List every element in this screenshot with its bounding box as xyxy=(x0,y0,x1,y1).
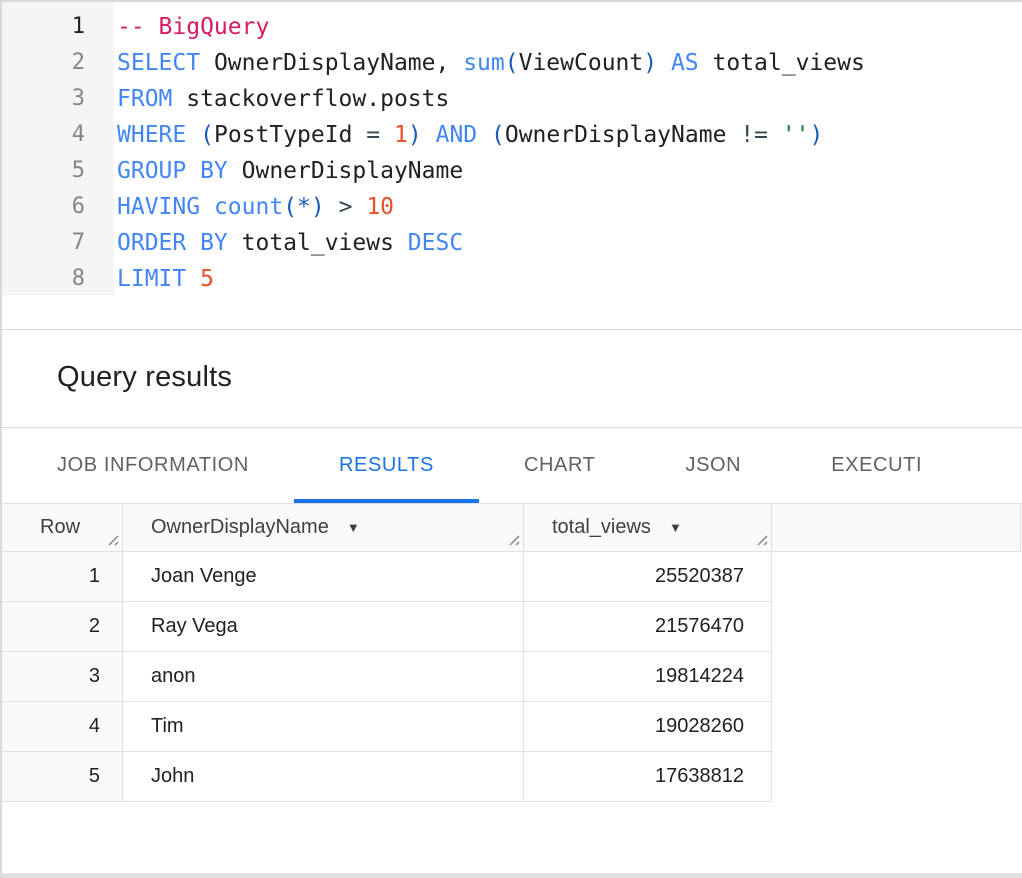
results-table-body: 1Joan Venge255203872Ray Vega215764703ano… xyxy=(0,552,1022,802)
column-resize-grip-icon[interactable] xyxy=(104,532,119,547)
code-line[interactable]: 7ORDER BY total_views DESC xyxy=(0,225,1022,261)
code-text[interactable]: HAVING count(*) > 10 xyxy=(112,189,394,225)
owner-display-name-cell: Joan Venge xyxy=(123,552,524,602)
total-views-cell: 19814224 xyxy=(524,652,772,702)
table-row: 2Ray Vega21576470 xyxy=(0,602,1022,652)
line-number: 4 xyxy=(0,117,112,153)
table-row: 4Tim19028260 xyxy=(0,702,1022,752)
results-table-header: Row OwnerDisplayName ▼ total_views ▼ xyxy=(0,504,1022,552)
code-line[interactable]: 2SELECT OwnerDisplayName, sum(ViewCount)… xyxy=(0,45,1022,81)
code-text[interactable]: WHERE (PostTypeId = 1) AND (OwnerDisplay… xyxy=(112,117,823,153)
column-label: total_views xyxy=(552,516,651,539)
code-text[interactable]: GROUP BY OwnerDisplayName xyxy=(112,153,463,189)
row-number-cell: 4 xyxy=(0,702,123,752)
tab-json[interactable]: JSON xyxy=(640,428,786,503)
row-number-cell: 5 xyxy=(0,752,123,802)
sort-dropdown-icon[interactable]: ▼ xyxy=(347,521,360,534)
page-title: Query results xyxy=(0,330,1022,394)
total-views-cell: 25520387 xyxy=(524,552,772,602)
code-line[interactable]: 1-- BigQuery xyxy=(0,9,1022,45)
tab-job-information[interactable]: JOB INFORMATION xyxy=(12,428,294,503)
line-number: 8 xyxy=(0,261,112,297)
column-header-ownerdisplayname: OwnerDisplayName ▼ xyxy=(123,504,524,552)
line-number: 5 xyxy=(0,153,112,189)
editor-lines[interactable]: 1-- BigQuery2SELECT OwnerDisplayName, su… xyxy=(0,0,1022,297)
column-label: Row xyxy=(40,516,80,539)
table-row: 5John17638812 xyxy=(0,752,1022,802)
row-number-cell: 1 xyxy=(0,552,123,602)
code-line[interactable]: 3FROM stackoverflow.posts xyxy=(0,81,1022,117)
column-header-filler xyxy=(772,504,1021,552)
sort-dropdown-icon[interactable]: ▼ xyxy=(669,521,682,534)
code-text[interactable]: FROM stackoverflow.posts xyxy=(112,81,449,117)
code-line[interactable]: 4WHERE (PostTypeId = 1) AND (OwnerDispla… xyxy=(0,117,1022,153)
line-number: 2 xyxy=(0,45,112,81)
tab-results[interactable]: RESULTS xyxy=(294,428,479,503)
tab-chart[interactable]: CHART xyxy=(479,428,641,503)
column-header-row: Row xyxy=(0,504,123,552)
row-number-cell: 2 xyxy=(0,602,123,652)
left-divider xyxy=(0,0,2,878)
code-line[interactable]: 8LIMIT 5 xyxy=(0,261,1022,297)
owner-display-name-cell: anon xyxy=(123,652,524,702)
owner-display-name-cell: Ray Vega xyxy=(123,602,524,652)
table-row: 3anon19814224 xyxy=(0,652,1022,702)
code-line[interactable]: 5GROUP BY OwnerDisplayName xyxy=(0,153,1022,189)
code-line[interactable]: 6HAVING count(*) > 10 xyxy=(0,189,1022,225)
results-tabbar: JOB INFORMATIONRESULTSCHARTJSONEXECUTI xyxy=(0,428,1022,504)
line-number: 7 xyxy=(0,225,112,261)
code-text[interactable]: -- BigQuery xyxy=(112,9,269,45)
column-header-total-views: total_views ▼ xyxy=(524,504,772,552)
top-divider xyxy=(0,0,1022,2)
tab-executi[interactable]: EXECUTI xyxy=(786,428,967,503)
code-text[interactable]: ORDER BY total_views DESC xyxy=(112,225,463,261)
row-number-cell: 3 xyxy=(0,652,123,702)
total-views-cell: 17638812 xyxy=(524,752,772,802)
table-row: 1Joan Venge25520387 xyxy=(0,552,1022,602)
owner-display-name-cell: John xyxy=(123,752,524,802)
line-number: 1 xyxy=(0,9,112,45)
column-label: OwnerDisplayName xyxy=(151,516,329,539)
sql-editor[interactable]: 1-- BigQuery2SELECT OwnerDisplayName, su… xyxy=(0,0,1022,330)
total-views-cell: 19028260 xyxy=(524,702,772,752)
owner-display-name-cell: Tim xyxy=(123,702,524,752)
column-resize-grip-icon[interactable] xyxy=(753,532,768,547)
bottom-divider xyxy=(0,873,1022,878)
column-resize-grip-icon[interactable] xyxy=(505,532,520,547)
code-text[interactable]: SELECT OwnerDisplayName, sum(ViewCount) … xyxy=(112,45,865,81)
query-results-header: Query results xyxy=(0,330,1022,428)
total-views-cell: 21576470 xyxy=(524,602,772,652)
line-number: 3 xyxy=(0,81,112,117)
code-text[interactable]: LIMIT 5 xyxy=(112,261,214,297)
line-number: 6 xyxy=(0,189,112,225)
